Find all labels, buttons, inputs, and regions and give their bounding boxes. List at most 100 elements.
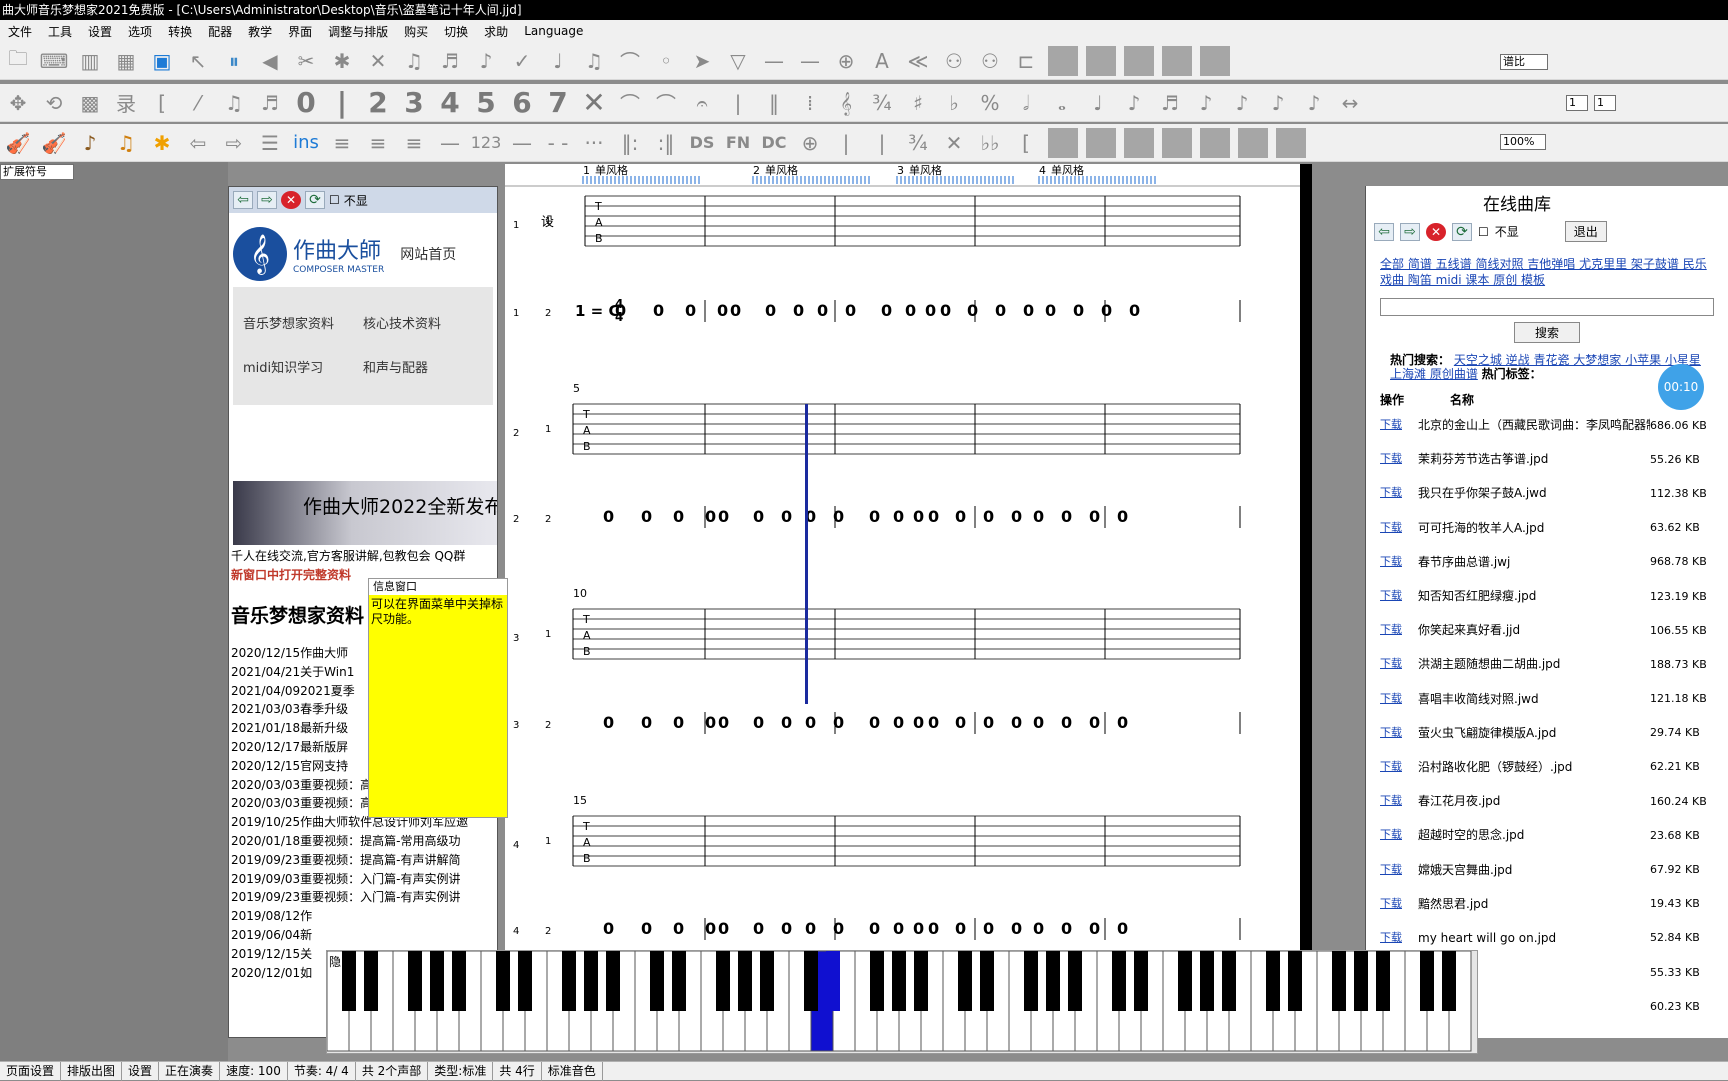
note-6-button[interactable]: 6 (504, 86, 540, 120)
voice2-icon[interactable]: ⚇ (972, 44, 1008, 78)
extend-symbol-select[interactable]: 扩展符号 (0, 164, 74, 180)
color-swatch[interactable] (1238, 127, 1268, 158)
repeat-end-icon[interactable]: :‖ (648, 126, 684, 160)
note-tool9-icon[interactable]: ♪ (1296, 86, 1332, 120)
download-link[interactable]: 下载 (1380, 658, 1410, 670)
fermata2-icon[interactable]: 𝄐 (684, 86, 720, 120)
zoom-select[interactable]: 100% (1500, 134, 1546, 150)
black-key[interactable] (1376, 951, 1390, 1011)
download-link[interactable]: 下载 (1380, 453, 1410, 465)
file-name[interactable]: 春节序曲总谱.jwj (1410, 555, 1650, 569)
note-3-button[interactable]: 3 (396, 86, 432, 120)
note-tool2-icon[interactable]: ♬ (432, 44, 468, 78)
percent-icon[interactable]: % (972, 86, 1008, 120)
left-arrow-icon[interactable]: ⇦ (180, 126, 216, 160)
status-item[interactable]: 设置 (122, 1061, 160, 1081)
tie-icon[interactable]: ⌒ (648, 86, 684, 120)
black-key[interactable] (1354, 951, 1368, 1011)
pipa-icon[interactable]: ♪ (72, 126, 108, 160)
delete-x-icon[interactable]: ✕ (576, 86, 612, 120)
slash-icon[interactable]: ⁄ (180, 86, 216, 120)
news-item[interactable]: 2020/01/18重要视频：提高篇-常用高级功 (231, 832, 497, 851)
note-0-button[interactable]: 0 (288, 86, 324, 120)
note-5-button[interactable]: 5 (468, 86, 504, 120)
violin-icon[interactable]: 🎻 (0, 126, 36, 160)
move-icon[interactable]: ✥ (0, 86, 36, 120)
black-key[interactable] (364, 951, 378, 1011)
menu-item[interactable]: 求助 (476, 23, 516, 40)
sixteenth-note-icon[interactable]: ♬ (1152, 86, 1188, 120)
back-icon[interactable]: ⇦ (233, 191, 253, 209)
score-canvas[interactable]: 1 单风格 2 单风格 3 单风格 4 单风格设TAB1 11 2 0 0 0 0 0 0 0 0 0 0 0 0 0 0 0 0… (505, 163, 1300, 954)
black-key[interactable] (826, 951, 840, 1011)
voice-num-2[interactable]: 1 (1594, 95, 1616, 111)
fermata-icon[interactable]: ⌒ (612, 44, 648, 78)
download-link[interactable]: 下载 (1380, 555, 1410, 568)
status-item[interactable]: 排版出图 (61, 1061, 123, 1081)
color-swatch[interactable] (1200, 45, 1230, 76)
search-button[interactable]: 搜索 (1513, 322, 1580, 343)
half-note-icon[interactable]: 𝅗𝅥 (1008, 86, 1044, 120)
forward-icon[interactable]: ⇨ (257, 191, 277, 209)
download-link[interactable]: 下载 (1380, 521, 1410, 534)
dc-button[interactable]: DC (756, 126, 792, 160)
eighth-note-icon[interactable]: ♪ (1116, 86, 1152, 120)
color-swatch[interactable] (1086, 127, 1116, 158)
coda-icon[interactable]: ⊕ (792, 126, 828, 160)
note-tool6-icon[interactable]: ♪ (1188, 86, 1224, 120)
black-key[interactable] (1134, 951, 1148, 1011)
note-tool7-icon[interactable]: ♪ (1224, 86, 1260, 120)
note-tool5-icon[interactable]: ♫ (576, 44, 612, 78)
beam2-icon[interactable]: ♬ (252, 86, 288, 120)
ds-button[interactable]: DS (684, 126, 720, 160)
voice-icon[interactable]: ⚇ (936, 44, 972, 78)
note-4-button[interactable]: 4 (432, 86, 468, 120)
lines-icon[interactable]: ☰ (252, 126, 288, 160)
dashed-icon[interactable]: - - (540, 126, 576, 160)
exit-button[interactable]: 退出 (1564, 221, 1607, 242)
news-item[interactable]: 2019/09/23重要视频：提高篇-有声讲解简 (231, 851, 497, 870)
black-key[interactable] (716, 951, 730, 1011)
black-key[interactable] (738, 951, 752, 1011)
menu-item[interactable]: 工具 (40, 23, 80, 40)
back-icon[interactable]: ⇦ (1374, 222, 1394, 241)
piano-icon[interactable]: ▥ (72, 44, 108, 78)
record-icon[interactable]: 录 (108, 86, 144, 120)
grid-icon[interactable]: ▩ (72, 86, 108, 120)
color-swatch[interactable] (1048, 127, 1078, 158)
text-tool-icon[interactable]: A (864, 44, 900, 78)
link-midi[interactable]: midi知识学习 (243, 357, 363, 379)
black-key[interactable] (980, 951, 994, 1011)
note-tool3-icon[interactable]: ♪ (468, 44, 504, 78)
piano-canvas[interactable] (326, 950, 1477, 1053)
staff-tool-icon[interactable]: ⊏ (1008, 44, 1044, 78)
file-name[interactable]: my heart will go on.jpd (1410, 931, 1650, 945)
file-name[interactable]: 北京的金山上（西藏民歌词曲：李凤鸣配器制作.mud (1410, 418, 1650, 432)
black-key[interactable] (430, 951, 444, 1011)
color-swatch[interactable] (1086, 45, 1116, 76)
black-key[interactable] (496, 951, 510, 1011)
tool3-icon[interactable]: ✕ (360, 44, 396, 78)
open-icon[interactable]: 🗀 (0, 44, 36, 78)
bracket2-icon[interactable]: [ (1008, 126, 1044, 160)
note-tool4-icon[interactable]: ♩ (540, 44, 576, 78)
download-link[interactable]: 下载 (1380, 692, 1410, 705)
align2-icon[interactable]: ≡ (360, 126, 396, 160)
dot-icon[interactable]: ◦ (648, 44, 684, 78)
file-name[interactable]: 知否知否红肥绿瘦.jpd (1410, 589, 1650, 603)
file-name[interactable]: 黯然思君.jpd (1410, 897, 1650, 911)
menu-item[interactable]: 文件 (0, 23, 40, 40)
abc-check-icon[interactable]: ✓ (504, 44, 540, 78)
loop-icon[interactable]: ⟲ (36, 86, 72, 120)
black-key[interactable] (870, 951, 884, 1011)
download-link[interactable]: 下载 (1380, 487, 1410, 499)
download-link[interactable]: 下载 (1380, 726, 1410, 739)
insert-button[interactable]: ins (288, 126, 324, 160)
download-link[interactable]: 下载 (1380, 419, 1410, 431)
tool-icon[interactable]: ✂ (288, 44, 324, 78)
file-name[interactable]: 超越时空的思念.jpd (1410, 828, 1650, 842)
time-sig2-icon[interactable]: ¾ (900, 126, 936, 160)
menu-item[interactable]: 选项 (120, 23, 160, 40)
menu-item[interactable]: Language (516, 24, 591, 38)
site-home-link[interactable]: 网站首页 (400, 244, 456, 264)
